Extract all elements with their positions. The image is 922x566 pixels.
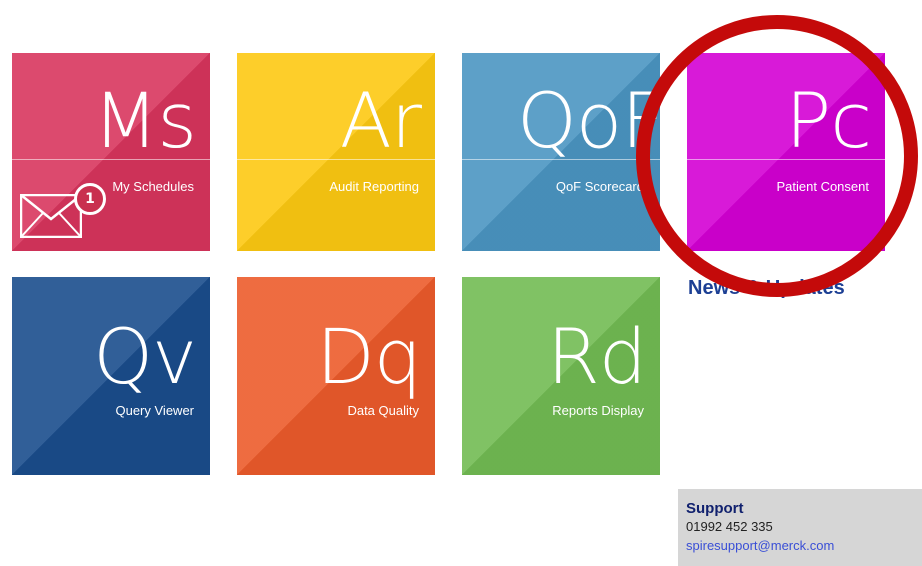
tile-label: Query Viewer	[115, 403, 194, 418]
support-email-link[interactable]: spiresupport@merck.com	[686, 538, 834, 553]
tile-label: Data Quality	[347, 403, 419, 418]
envelope-icon[interactable]	[20, 194, 82, 238]
support-title: Support	[686, 500, 744, 517]
tile-label: Reports Display	[552, 403, 644, 418]
tile-reports-display[interactable]: Rd Reports Display	[462, 277, 660, 475]
tile-divider	[687, 159, 885, 160]
tile-label: QoF Scorecard	[555, 179, 644, 194]
tile-label: My Schedules	[112, 179, 194, 194]
tile-divider	[237, 159, 435, 160]
tile-qof-scorecard[interactable]: QoF QoF Scorecard	[462, 53, 660, 251]
tile-label: Audit Reporting	[329, 179, 419, 194]
tile-label: Patient Consent	[776, 179, 869, 194]
tile-patient-consent[interactable]: Pc Patient Consent	[687, 53, 885, 251]
support-panel: Support 01992 452 335 spiresupport@merck…	[678, 489, 922, 566]
tile-abbreviation: Pc	[785, 76, 872, 165]
tile-abbreviation: Ms	[92, 76, 197, 165]
notification-count-badge: 1	[74, 183, 106, 215]
tile-audit-reporting[interactable]: Ar Audit Reporting	[237, 53, 435, 251]
support-phone: 01992 452 335	[686, 519, 773, 534]
tile-divider	[12, 159, 210, 160]
tile-abbreviation: QoF	[516, 76, 660, 165]
news-heading: News & Updates	[688, 277, 845, 299]
tile-data-quality[interactable]: Dq Data Quality	[237, 277, 435, 475]
tile-abbreviation: Rd	[546, 312, 647, 401]
tile-abbreviation: Ar	[339, 76, 422, 165]
tile-abbreviation: Dq	[316, 312, 422, 401]
tile-my-schedules[interactable]: Ms My Schedules 1	[12, 53, 210, 251]
tile-divider	[462, 159, 660, 160]
tile-abbreviation: Qv	[93, 312, 197, 401]
tile-query-viewer[interactable]: Qv Query Viewer	[12, 277, 210, 475]
dashboard: Ms My Schedules 1 Ar Audit Reporting QoF…	[0, 0, 922, 566]
